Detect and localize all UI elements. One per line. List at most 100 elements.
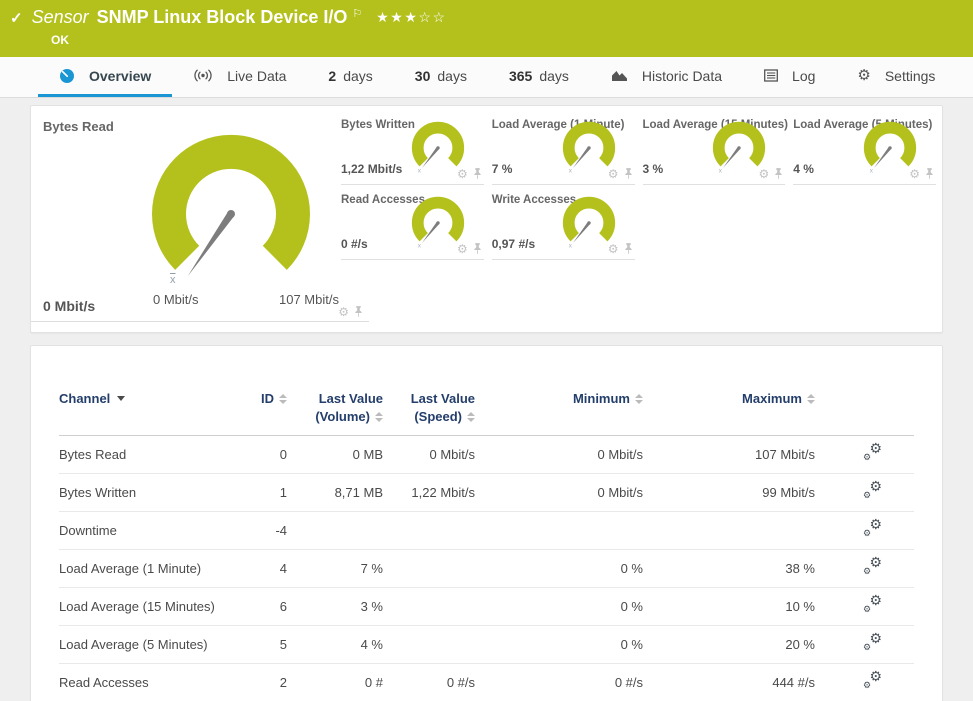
tab-num: 2 [328,68,336,84]
channels-panel: Channel ID Last Value (Volume) Last Valu… [30,345,943,701]
edit-channel-icon[interactable]: ⚙⚙ [863,597,882,613]
tab-historic-data[interactable]: Historic Data [590,57,743,97]
col-header-last-value-speed[interactable]: Last Value (Speed) [383,390,475,436]
sort-desc-icon [117,396,125,401]
last-value-volume [287,512,383,550]
tab-label: Settings [885,68,936,84]
maximum-value: 20 % [643,626,815,664]
sort-icon [279,394,287,404]
sort-icon [375,412,383,422]
tab-label: days [539,68,569,84]
gauge-tools: ⚙ [457,242,482,255]
edit-channel-icon[interactable]: ⚙⚙ [863,445,882,461]
col-label: Last Value (Volume) [315,391,383,424]
tab-label: Overview [89,68,151,84]
col-header-last-value-volume[interactable]: Last Value (Volume) [287,390,383,436]
sensor-title-row: ✓ Sensor SNMP Linux Block Device I/O ⚐ ★… [10,7,961,28]
pin-icon[interactable] [473,167,482,180]
table-row-load-average-5-minutes: Load Average (5 Minutes) 5 4 % 0 % 20 % … [59,626,914,664]
priority-stars[interactable]: ★★★☆☆ [376,9,446,26]
tab-label: Live Data [227,68,286,84]
tab-num: 30 [415,68,431,84]
col-header-id[interactable]: ID [231,390,287,436]
last-value-volume: 3 % [287,588,383,626]
gauge-tools: ⚙ [758,167,783,180]
gear-icon[interactable]: ⚙ [608,168,619,180]
primary-gauge-bytes-read[interactable]: Bytes Read x 0 Mbit/s 107 Mbit/s 0 Mbit/… [31,106,341,332]
sort-icon [467,412,475,422]
channel-name: Read Accesses [59,664,231,701]
last-value-speed: 1,22 Mbit/s [383,474,475,512]
priority-flag-icon[interactable]: ⚐ [352,7,362,20]
pin-icon[interactable] [473,242,482,255]
tab-label: Log [792,68,815,84]
last-value-volume: 4 % [287,626,383,664]
tab-log[interactable]: Log [743,57,836,97]
gauge-cell-bytes-written[interactable]: Bytes Written 1,22 Mbit/s ⚙ [341,110,484,185]
col-header-maximum[interactable]: Maximum [643,390,815,436]
table-header-row: Channel ID Last Value (Volume) Last Valu… [59,390,914,436]
stars-filled[interactable]: ★★★ [376,9,418,25]
tab-30-days[interactable]: 30 days [394,57,488,97]
pin-icon[interactable] [354,305,363,318]
tab-overview[interactable]: Overview [38,57,172,97]
tab-label: days [343,68,373,84]
live-broadcast-icon [193,69,213,82]
last-value-speed [383,512,475,550]
gear-icon[interactable]: ⚙ [457,243,468,255]
gear-icon[interactable]: ⚙ [608,243,619,255]
table-row-load-average-15-minutes: Load Average (15 Minutes) 6 3 % 0 % 10 %… [59,588,914,626]
sensor-title: SNMP Linux Block Device I/O [97,7,348,28]
gear-icon[interactable]: ⚙ [338,306,349,318]
gear-icon[interactable]: ⚙ [909,168,920,180]
gauge-cell-read-accesses[interactable]: Read Accesses 0 #/s ⚙ [341,185,484,260]
stars-empty[interactable]: ☆☆ [418,9,446,25]
edit-channel-icon[interactable]: ⚙⚙ [863,483,882,499]
edit-channel-icon[interactable]: ⚙⚙ [863,635,882,651]
minimum-value: 0 #/s [475,664,643,701]
last-value-speed [383,550,475,588]
gauge-title: Bytes Written [341,119,415,131]
gauge-cell-load-average-1-minute[interactable]: Load Average (1 Minute) 7 % ⚙ [492,110,635,185]
sort-icon [635,394,643,404]
gauge-tools: ⚙ [457,167,482,180]
edit-channel-icon[interactable]: ⚙⚙ [863,521,882,537]
gauge-cell-write-accesses[interactable]: Write Accesses 0,97 #/s ⚙ [492,185,635,260]
gauge-icon [59,68,75,84]
col-label: ID [261,391,274,406]
gear-icon[interactable]: ⚙ [457,168,468,180]
tab-num: 365 [509,68,532,84]
pin-icon[interactable] [774,167,783,180]
col-header-channel[interactable]: Channel [59,390,231,436]
minimum-value: 0 % [475,550,643,588]
log-list-icon [764,69,778,82]
table-row-bytes-written: Bytes Written 1 8,71 MB 1,22 Mbit/s 0 Mb… [59,474,914,512]
pin-icon[interactable] [624,242,633,255]
tab-label: Historic Data [642,68,722,84]
channel-id: 5 [231,626,287,664]
maximum-value: 444 #/s [643,664,815,701]
last-value-volume: 7 % [287,550,383,588]
pin-icon[interactable] [624,167,633,180]
gauge-value: 0,97 #/s [492,237,535,251]
edit-channel-icon[interactable]: ⚙⚙ [863,673,882,689]
pin-icon[interactable] [925,167,934,180]
maximum-value: 10 % [643,588,815,626]
tab-live-data[interactable]: Live Data [172,57,307,97]
gauge-cell-load-average-15-minutes[interactable]: Load Average (15 Minutes) 3 % ⚙ [643,110,786,185]
tab-365-days[interactable]: 365 days [488,57,590,97]
gear-icon[interactable]: ⚙ [758,168,769,180]
minimum-value: 0 % [475,588,643,626]
channel-id: 6 [231,588,287,626]
tab-2-days[interactable]: 2 days [307,57,393,97]
last-value-speed: 0 Mbit/s [383,436,475,474]
gauge-cell-load-average-5-minutes[interactable]: Load Average (5 Minutes) 4 % ⚙ [793,110,936,185]
channels-table: Channel ID Last Value (Volume) Last Valu… [59,390,914,701]
edit-channel-icon[interactable]: ⚙⚙ [863,559,882,575]
col-header-minimum[interactable]: Minimum [475,390,643,436]
channel-id: 0 [231,436,287,474]
gauge-value: 0 Mbit/s [43,298,95,314]
tab-settings[interactable]: ⚙ Settings [836,57,956,97]
channel-id: -4 [231,512,287,550]
area-chart-icon [611,69,628,82]
